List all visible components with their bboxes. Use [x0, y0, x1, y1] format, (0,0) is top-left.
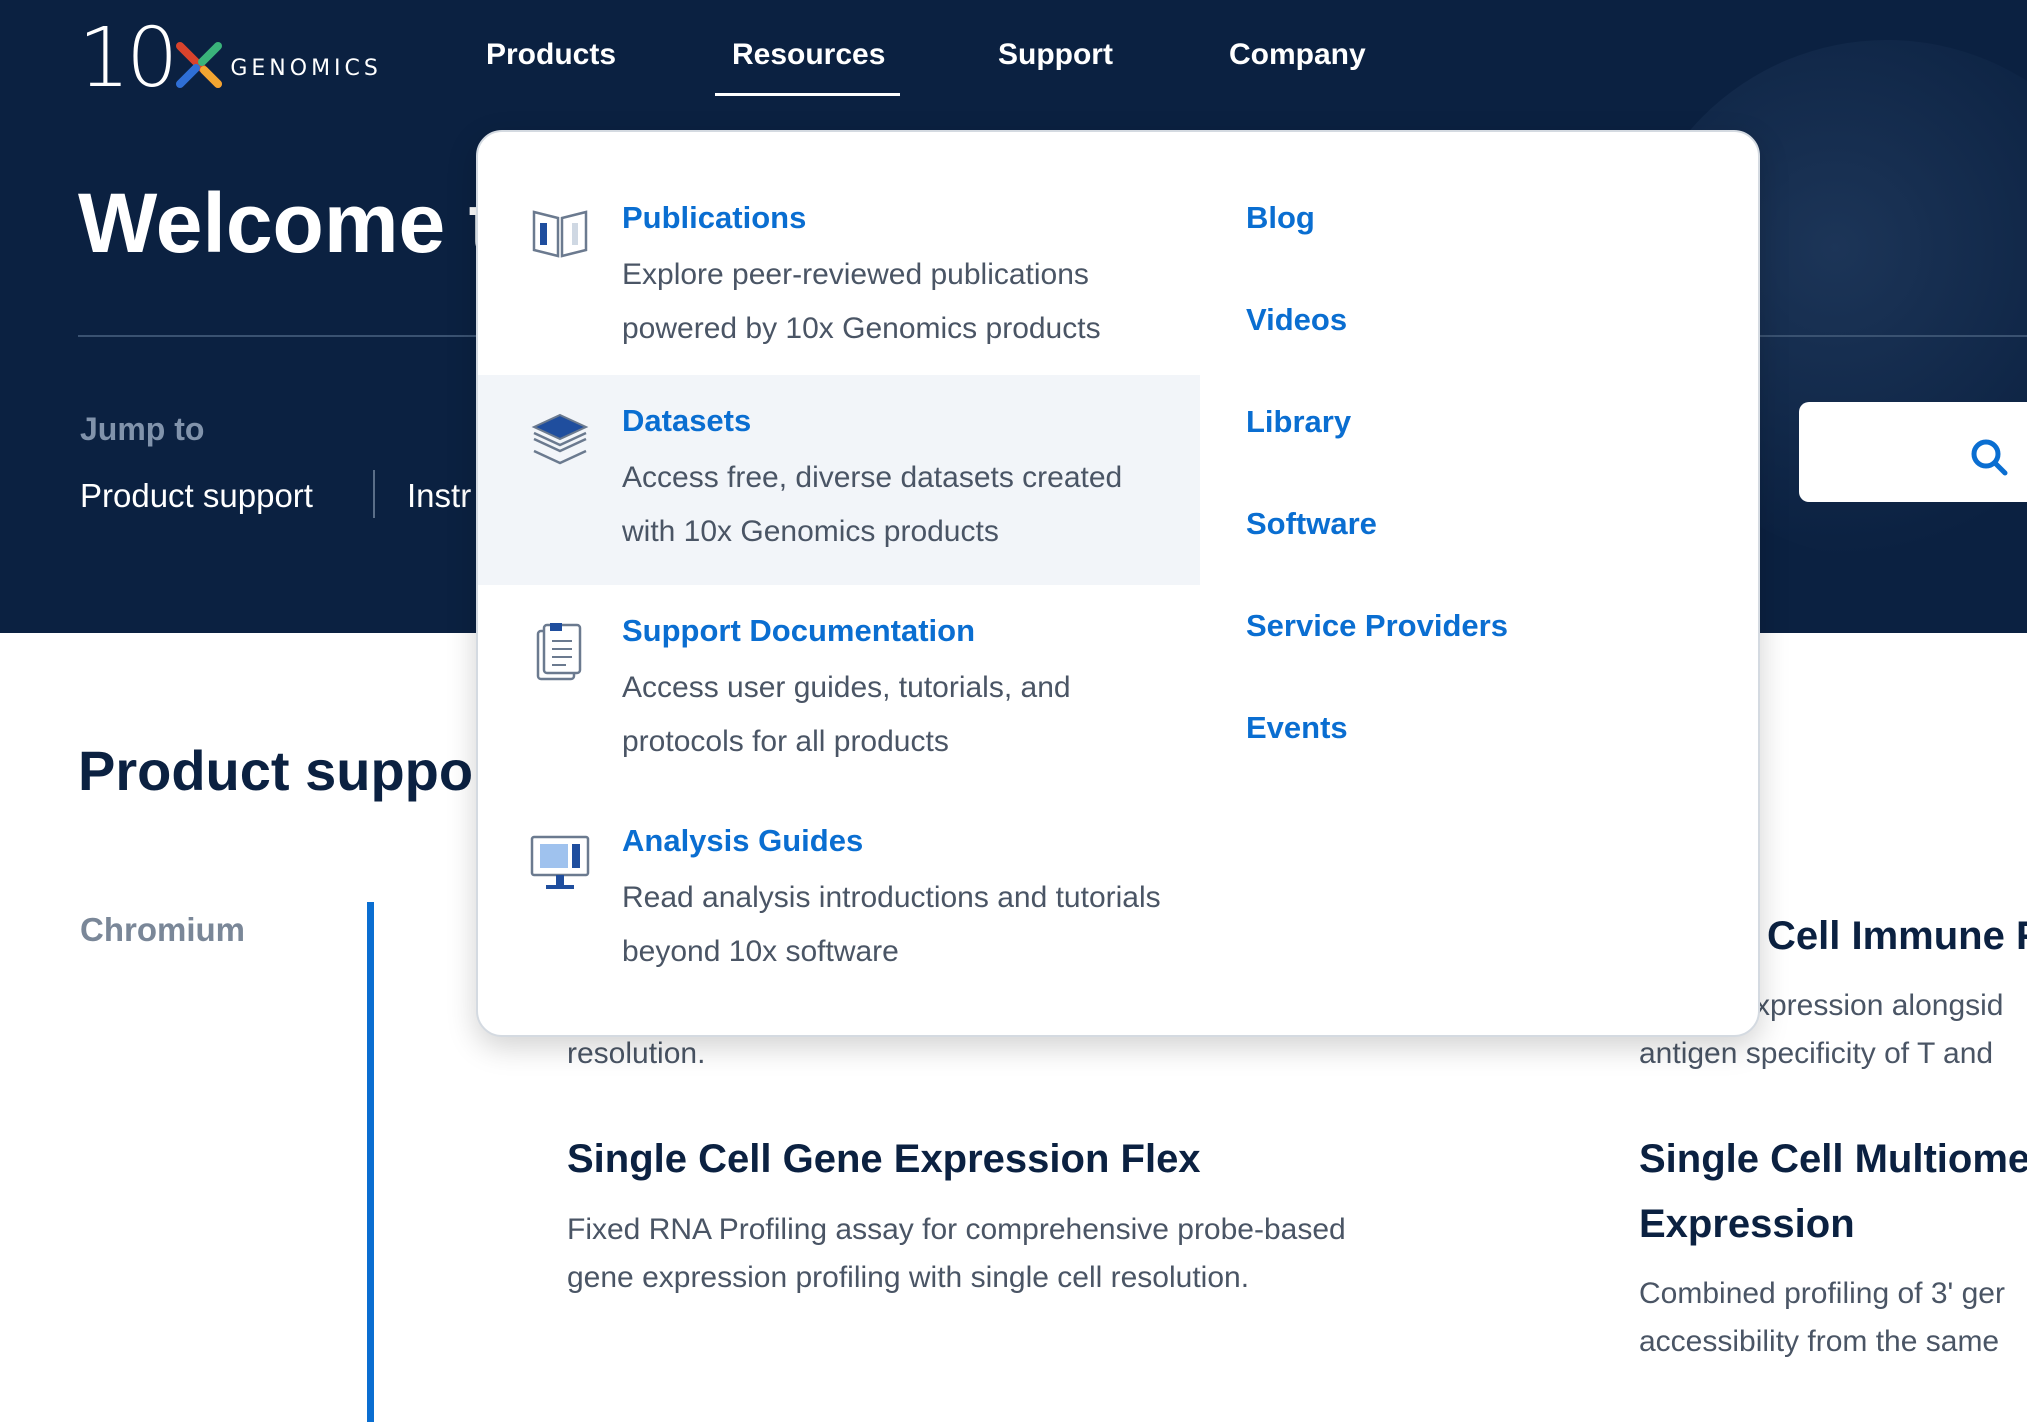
- product-desc-line: xpression alongsid: [1755, 989, 2004, 1022]
- nav-resources[interactable]: Resources: [732, 38, 885, 72]
- jump-link-instrument[interactable]: Instr: [407, 477, 471, 515]
- nav-products[interactable]: Products: [486, 38, 616, 72]
- menu-item-title: Analysis Guides: [622, 823, 864, 858]
- layers-icon: [531, 413, 589, 465]
- product-desc-line: Fixed RNA Profiling assay for comprehens…: [567, 1213, 1346, 1246]
- menu-link-blog[interactable]: Blog: [1246, 200, 1315, 236]
- menu-item-desc: Access free, diverse datasets created wi…: [622, 461, 1123, 548]
- menu-item-title: Support Documentation: [622, 613, 976, 648]
- jump-to-label: Jump to: [80, 411, 205, 447]
- jump-divider: [373, 470, 375, 518]
- menu-item-publications[interactable]: Publications Explore peer-reviewed publi…: [478, 132, 1200, 345]
- menu-item-support-documentation[interactable]: Support Documentation Access user guides…: [478, 585, 1200, 795]
- product-desc-line: gene expression profiling with single ce…: [567, 1261, 1250, 1294]
- product-desc-line: accessibility from the same: [1639, 1325, 2000, 1358]
- menu-item-desc: Read analysis introductions and tutorial…: [622, 881, 1161, 968]
- monitor-icon: [530, 835, 590, 889]
- section-title: Product support: [78, 739, 514, 802]
- search-icon[interactable]: [1969, 437, 2009, 477]
- menu-item-datasets[interactable]: Datasets Access free, diverse datasets c…: [478, 375, 1200, 585]
- menu-link-service-providers[interactable]: Service Providers: [1246, 608, 1508, 644]
- product-desc-line: antigen specificity of T and: [1639, 1037, 1994, 1070]
- menu-item-title: Publications: [622, 200, 807, 235]
- category-active-bar: [367, 902, 374, 1422]
- menu-item-desc: Access user guides, tutorials, and proto…: [622, 671, 1071, 758]
- document-icon: [536, 623, 582, 681]
- brand-logo[interactable]: 10 GENOMICS: [78, 11, 382, 106]
- jump-link-product-support[interactable]: Product support: [80, 477, 313, 515]
- logo-x-mark-icon: [176, 42, 223, 88]
- menu-link-videos[interactable]: Videos: [1246, 302, 1347, 338]
- nav-company[interactable]: Company: [1229, 38, 1366, 72]
- menu-item-desc: Explore peer-reviewed publications power…: [622, 258, 1101, 345]
- search-input[interactable]: [1799, 402, 2027, 502]
- product-title-flex[interactable]: Single Cell Gene Expression Flex: [567, 1127, 1201, 1191]
- nav-support[interactable]: Support: [998, 38, 1113, 72]
- menu-item-analysis-guides[interactable]: Analysis Guides Read analysis introducti…: [478, 795, 1200, 1005]
- product-desc-line: Combined profiling of 3' ger: [1639, 1277, 2005, 1310]
- book-icon: [532, 210, 588, 258]
- nav-active-indicator: [715, 93, 900, 96]
- product-title-multiome-line2[interactable]: Expression: [1639, 1192, 1855, 1256]
- menu-link-events[interactable]: Events: [1246, 710, 1348, 746]
- menu-link-software[interactable]: Software: [1246, 506, 1377, 542]
- menu-link-library[interactable]: Library: [1246, 404, 1351, 440]
- product-title-multiome[interactable]: Single Cell Multiome: [1639, 1127, 2027, 1191]
- logo-number: 10: [78, 11, 178, 106]
- product-title-immune[interactable]: Cell Immune F: [1767, 904, 2027, 968]
- logo-wordmark: GENOMICS: [230, 56, 382, 81]
- product-desc-line: resolution.: [567, 1037, 706, 1070]
- resources-dropdown-menu: Publications Explore peer-reviewed publi…: [476, 130, 1760, 1037]
- menu-item-title: Datasets: [622, 403, 752, 438]
- category-chromium[interactable]: Chromium: [80, 911, 245, 949]
